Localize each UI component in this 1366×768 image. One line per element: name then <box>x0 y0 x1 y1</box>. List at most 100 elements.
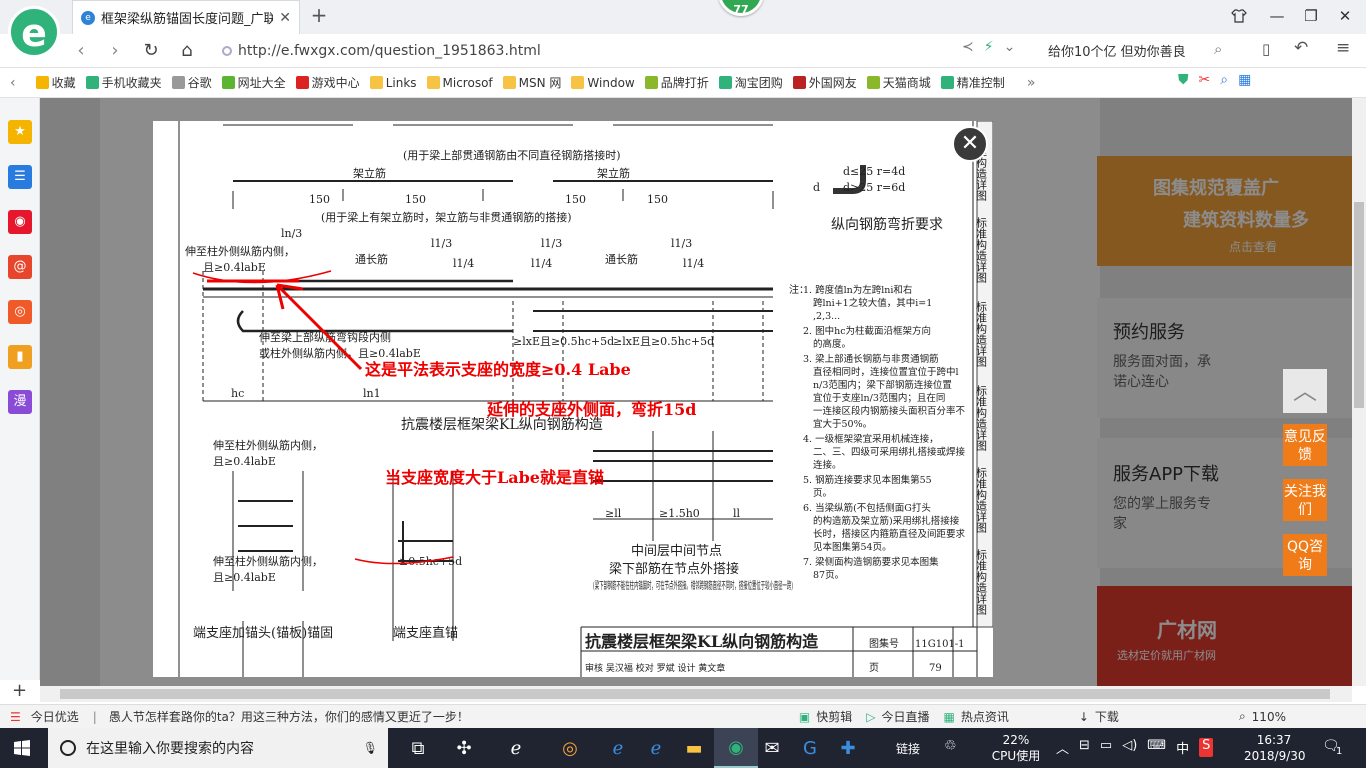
vertical-scrollbar[interactable] <box>1352 98 1366 686</box>
task-view-icon[interactable]: ⧉ <box>396 728 440 768</box>
bookmark-item[interactable]: 手机收藏夹 <box>82 74 166 91</box>
skin-shirt-icon[interactable] <box>1222 0 1256 32</box>
menu-icon[interactable]: ≡ <box>1336 38 1350 58</box>
ring-app-icon[interactable]: ◎ <box>548 728 592 768</box>
home-button[interactable]: ⌂ <box>174 38 200 64</box>
scissors-icon[interactable]: ✂ <box>1199 72 1211 88</box>
bookmark-book-icon[interactable]: ▮ <box>8 345 32 369</box>
today-label[interactable]: 今日优选 <box>31 708 79 725</box>
undo-icon[interactable]: ↶ <box>1294 38 1308 58</box>
plus-app-icon[interactable]: ✚ <box>826 728 870 768</box>
cpu-meter[interactable]: 22% CPU使用 <box>990 732 1042 764</box>
forward-button[interactable]: › <box>102 38 128 64</box>
search-promo-text[interactable]: 给你10个亿 但劝你善良 <box>1048 41 1186 60</box>
restore-button[interactable]: ❐ <box>1294 0 1328 32</box>
drawing-jialijin-1: 架立筋 <box>353 166 386 180</box>
today-icon: ☰ <box>10 709 21 724</box>
microphone-icon[interactable]: 🎙 <box>363 741 378 755</box>
headline-link[interactable]: 愚人节怎样套路你的ta？用这三种方法，你们的感情又更近了一步！ <box>109 708 469 725</box>
vertical-scroll-thumb[interactable] <box>1354 202 1364 408</box>
follow-us-button[interactable]: 关注我们 <box>1283 479 1327 521</box>
links-toolbar-label[interactable]: 链接 <box>896 740 920 757</box>
reload-button[interactable]: ↻ <box>138 38 164 64</box>
search-tool-icon[interactable]: ⌕ <box>1220 72 1228 88</box>
pinwheel-app-icon[interactable]: ✣ <box>442 728 486 768</box>
bolt-icon[interactable]: ⚡ <box>984 39 994 55</box>
url-text[interactable]: http://e.fwxgx.com/question_1951863.html <box>238 43 541 59</box>
tray-sogou-icon[interactable]: S <box>1199 738 1214 757</box>
browser-tab[interactable]: e 框架梁纵筋锚固长度问题_广联达 ✕ <box>72 0 300 34</box>
horizontal-scroll-thumb[interactable] <box>60 689 1330 699</box>
tab-close-icon[interactable]: ✕ <box>279 10 291 26</box>
bookmark-item[interactable]: 品牌打折 <box>641 74 713 91</box>
manga-icon[interactable]: 漫 <box>8 390 32 414</box>
close-window-button[interactable]: ✕ <box>1328 0 1362 32</box>
file-explorer-icon[interactable]: ▬ <box>672 728 716 768</box>
tray-keyboard-icon[interactable]: ⌨ <box>1147 738 1166 757</box>
back-button[interactable]: ‹ <box>68 38 94 64</box>
tray-display-icon[interactable]: ▭ <box>1100 738 1112 757</box>
browser-logo-icon[interactable]: e <box>8 6 60 58</box>
bookmark-item[interactable]: 天猫商城 <box>863 74 935 91</box>
more-bookmarks-icon[interactable]: » <box>1027 75 1036 91</box>
windows-start-icon[interactable] <box>0 728 44 768</box>
grid-icon[interactable]: ▦ <box>1238 72 1251 88</box>
search-icon[interactable]: ⌕ <box>1214 40 1222 58</box>
game-controller-icon[interactable]: ◎ <box>8 300 32 324</box>
weibo-icon[interactable]: ◉ <box>8 210 32 234</box>
tray-chevron-icon[interactable]: ︿ <box>1056 738 1069 757</box>
live-label[interactable]: 今日直播 <box>881 708 929 725</box>
zoom-icon: ⌕ <box>1238 709 1246 723</box>
back-to-top-button[interactable]: ︿ <box>1283 369 1327 413</box>
tray-ime-label[interactable]: 中 <box>1176 738 1189 757</box>
modal-close-button[interactable]: ✕ <box>952 126 988 162</box>
ie-360-icon[interactable]: ℯ <box>494 728 538 768</box>
bookmark-item[interactable]: 网址大全 <box>218 74 290 91</box>
bookmark-label: 网址大全 <box>237 76 286 90</box>
speed-badge[interactable]: 77 <box>718 0 764 16</box>
bookmark-item[interactable]: 游戏中心 <box>292 74 364 91</box>
address-bar[interactable]: http://e.fwxgx.com/question_1951863.html <box>222 39 950 63</box>
drawing-middle-dim3: ll <box>733 507 741 520</box>
phone-icon <box>85 76 99 89</box>
bookmark-label: MSN 网 <box>518 76 562 90</box>
bookmark-item[interactable]: Window <box>567 74 638 91</box>
taskbar-search-placeholder[interactable]: 在这里输入你要搜索的内容 <box>86 738 254 758</box>
qq-consult-button[interactable]: QQ咨询 <box>1283 534 1327 576</box>
hot-label[interactable]: 热点资讯 <box>961 708 1009 725</box>
cpu-label: CPU使用 <box>991 749 1041 763</box>
reader-list-icon[interactable]: ☰ <box>8 165 32 189</box>
bookmark-label: 精准控制 <box>956 76 1005 90</box>
people-icon[interactable]: ♲ <box>944 738 957 754</box>
collapse-sidebar-icon[interactable]: ‹ <box>10 75 16 91</box>
taskbar-search-box[interactable]: 在这里输入你要搜索的内容 🎙 <box>48 728 388 768</box>
shield-icon[interactable]: ⛊ <box>1178 72 1189 88</box>
drawing-l1-3-b: l1/3 <box>541 237 562 250</box>
bookmark-item[interactable]: 收藏 <box>32 74 80 91</box>
bookmark-item[interactable]: 精准控制 <box>937 74 1009 91</box>
bookmark-item[interactable]: 谷歌 <box>168 74 216 91</box>
chevron-down-icon[interactable]: ⌄ <box>1004 39 1016 55</box>
mail-icon[interactable]: @ <box>8 255 32 279</box>
quick-clip-label[interactable]: 快剪辑 <box>816 708 852 725</box>
feedback-button[interactable]: 意见反馈 <box>1283 424 1327 466</box>
share-icon[interactable]: ≺ <box>962 39 974 55</box>
tray-volume-icon[interactable]: ◁) <box>1122 738 1137 757</box>
tray-network-icon[interactable]: ⊟ <box>1079 738 1090 757</box>
bookmark-item[interactable]: 外国网友 <box>789 74 861 91</box>
bookmark-item[interactable]: Links <box>366 74 421 91</box>
bookmarks-bar: ‹ 收藏 手机收藏夹 谷歌 网址大全 游戏中心 Links Microsof MSN 网 Win… <box>0 68 1366 98</box>
bookmark-item[interactable]: 淘宝团购 <box>715 74 787 91</box>
bookmark-item[interactable]: Microsof <box>423 74 497 91</box>
new-tab-button[interactable]: + <box>308 4 330 26</box>
minimize-button[interactable]: — <box>1260 0 1294 32</box>
site-info-icon[interactable] <box>222 46 232 56</box>
favorites-star-icon[interactable]: ★ <box>8 120 32 144</box>
bookmark-item[interactable]: MSN 网 <box>499 74 566 91</box>
add-sidebar-icon[interactable]: + <box>12 680 27 701</box>
download-label[interactable]: 下载 <box>1095 708 1119 725</box>
clock[interactable]: 16:37 2018/9/30 <box>1244 732 1306 764</box>
zoom-level[interactable]: 110% <box>1252 710 1286 724</box>
horizontal-scrollbar[interactable] <box>40 686 1352 702</box>
phone-icon[interactable]: ▯ <box>1262 40 1270 58</box>
